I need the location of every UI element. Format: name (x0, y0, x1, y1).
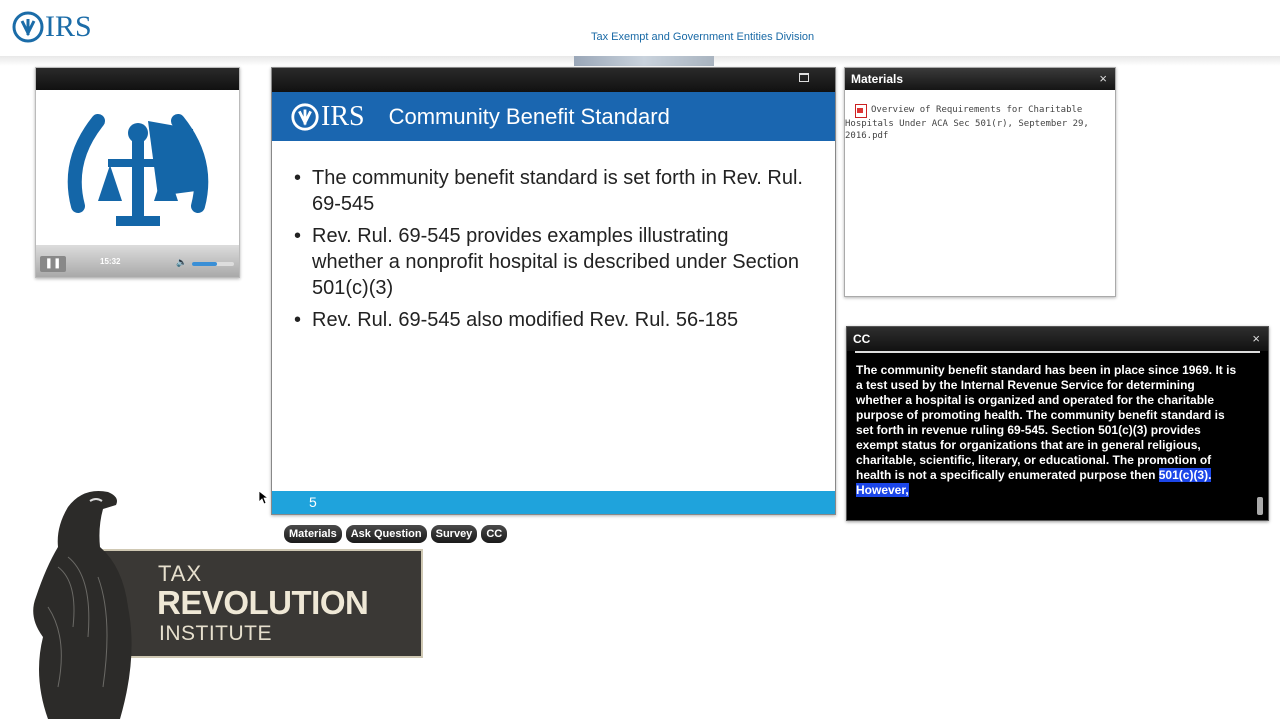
slide-irs-logo: IRS (290, 101, 365, 133)
slide-panel: IRS Community Benefit Standard The commu… (271, 67, 836, 515)
video-timecode: 15:32 (100, 257, 121, 266)
video-controls: ❚❚ 15:32 🔈 (36, 245, 239, 277)
irs-logo-text: IRS (45, 10, 92, 43)
tab-cc[interactable]: CC (481, 525, 508, 543)
caption-text: The community benefit standard has been … (847, 353, 1268, 498)
irs-eagle-icon (12, 11, 44, 43)
division-title: Tax Exempt and Government Entities Divis… (591, 31, 815, 43)
materials-header: Materials × (845, 68, 1115, 90)
close-icon[interactable]: × (1252, 327, 1260, 351)
brand-line-3: INSTITUTE (159, 622, 272, 645)
slide-titlebar (272, 68, 835, 92)
video-player[interactable]: ❚❚ 15:32 🔈 (35, 67, 240, 278)
volume-slider-fill (192, 262, 218, 266)
slide-bullet: Rev. Rul. 69-545 provides examples illus… (294, 223, 805, 301)
mouse-cursor-icon (259, 491, 269, 505)
tab-materials[interactable]: Materials (284, 525, 342, 543)
volume-icon[interactable]: 🔈 (176, 257, 187, 268)
materials-panel: Materials × Overview of Requirements for… (844, 67, 1116, 297)
slide-header: IRS Community Benefit Standard (272, 92, 835, 141)
slide-page-number: 5 (309, 494, 317, 510)
slide-footer: 5 (272, 491, 835, 514)
cc-title: CC (853, 332, 871, 346)
cc-scrollbar[interactable] (1257, 497, 1263, 515)
slide-bullet: The community benefit standard is set fo… (294, 165, 805, 217)
material-link-text[interactable]: Overview of Requirements for Charitable … (845, 105, 1089, 141)
video-titlebar (36, 68, 239, 90)
maximize-icon[interactable] (799, 73, 809, 82)
slide-logo-text: IRS (321, 100, 365, 132)
volume-slider[interactable] (192, 262, 234, 266)
tab-ask-question[interactable]: Ask Question (345, 525, 427, 543)
slide-bullets: The community benefit standard is set fo… (272, 165, 835, 333)
close-icon[interactable]: × (1099, 68, 1107, 90)
pause-button[interactable]: ❚❚ (40, 256, 66, 272)
materials-title: Materials (851, 72, 904, 86)
slide-bullet: Rev. Rul. 69-545 also modified Rev. Rul.… (294, 307, 805, 333)
captions-panel: CC × The community benefit standard has … (846, 326, 1269, 521)
irs-seal-icon (67, 114, 209, 226)
header-photo (574, 56, 714, 66)
material-link[interactable]: Overview of Requirements for Charitable … (845, 90, 1115, 142)
pdf-icon (855, 104, 867, 118)
caption-body: The community benefit standard has been … (856, 363, 1237, 482)
brand-line-2: REVOLUTION (157, 584, 369, 621)
tab-survey[interactable]: Survey (430, 525, 478, 543)
panel-tabs: Materials Ask Question Survey CC (284, 525, 508, 543)
cc-header: CC × (847, 327, 1268, 351)
irs-logo[interactable]: IRS (12, 10, 104, 44)
eagle-icon (33, 491, 132, 719)
slide-title: Community Benefit Standard (388, 103, 670, 129)
irs-eagle-icon (291, 102, 319, 131)
